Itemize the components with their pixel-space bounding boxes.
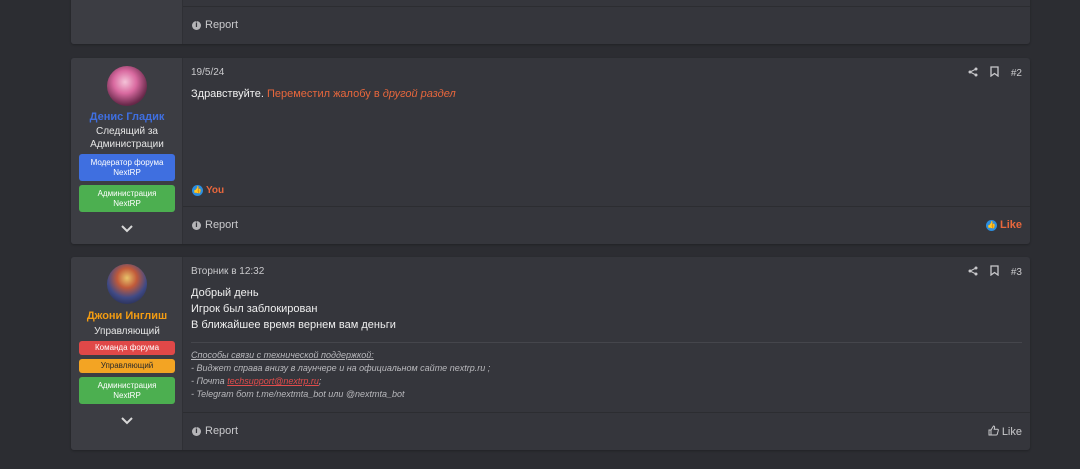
chevron-down-icon[interactable]	[119, 222, 135, 234]
badge-manager: Управляющий	[79, 359, 175, 373]
post-main: 19/5/24 #2 Здравствуйте. Переместил жало…	[183, 58, 1030, 244]
report-button[interactable]: i Report	[192, 19, 238, 31]
post-number[interactable]: #3	[1011, 267, 1022, 278]
post-footer: i Report	[183, 6, 1030, 44]
report-label: Report	[205, 19, 239, 31]
username[interactable]: Джони Инглиш	[71, 310, 183, 322]
share-icon[interactable]	[968, 67, 978, 80]
like-button[interactable]: 👍 Like	[985, 219, 1022, 231]
post-actions: #3	[968, 265, 1022, 279]
post-date[interactable]: Вторник в 12:32	[191, 266, 264, 277]
post-footer: i Report 👍 Like	[183, 206, 1030, 244]
post-line: В ближайшее время вернем вам деньги	[191, 319, 396, 331]
post-3: Джони Инглиш Управляющий Команда форума …	[71, 257, 1030, 450]
like-button[interactable]: Like	[988, 425, 1022, 439]
reaction-user[interactable]: You	[206, 185, 224, 196]
report-button[interactable]: i Report	[192, 425, 238, 437]
post-date[interactable]: 19/5/24	[191, 67, 224, 78]
post-text: Здравствуйте.	[191, 88, 264, 100]
thumbs-up-icon: 👍	[985, 219, 997, 231]
user-column: Джони Инглиш Управляющий Команда форума …	[71, 257, 183, 450]
signature-line: - Telegram бот t.me/nextmta_bot или @nex…	[191, 389, 405, 399]
post-line: Добрый день	[191, 287, 259, 299]
support-email-link[interactable]: techsupport@nextrp.ru	[227, 376, 319, 386]
report-button[interactable]: i Report	[192, 219, 238, 231]
badge-administration: Администрация NextRP	[79, 377, 175, 404]
reactions-bar[interactable]: 👍 You	[192, 185, 224, 196]
signature-line: - Виджет справа внизу в лаунчере и на оф…	[191, 363, 491, 373]
post-actions: #2	[968, 66, 1022, 80]
post-content: Здравствуйте. Переместил жалобу в другой…	[191, 86, 456, 102]
post-line: Игрок был заблокирован	[191, 303, 318, 315]
badge-administration: Администрация NextRP	[79, 185, 175, 212]
signature-heading: Способы связи с технической поддержкой:	[191, 350, 374, 360]
bookmark-icon[interactable]	[990, 265, 999, 279]
info-icon: i	[192, 220, 201, 230]
like-label: Like	[999, 219, 1022, 231]
signature-divider	[191, 342, 1022, 343]
like-label: Like	[1001, 426, 1022, 438]
post-main: i Report	[183, 0, 1030, 44]
user-title: Управляющий	[94, 326, 160, 337]
chevron-down-icon[interactable]	[119, 414, 135, 426]
user-column	[71, 0, 183, 44]
avatar[interactable]	[107, 66, 147, 106]
post-footer: i Report Like	[183, 412, 1030, 450]
signature: Способы связи с технической поддержкой: …	[191, 349, 490, 401]
bookmark-icon[interactable]	[990, 66, 999, 80]
info-icon: i	[192, 20, 201, 30]
report-label: Report	[205, 219, 239, 231]
user-column: Денис Гладик Следящий за Администрации М…	[71, 58, 183, 244]
badge-moderator: Модератор форума NextRP	[79, 154, 175, 181]
user-title: Следящий за Администрации	[90, 126, 164, 150]
badge-forum-team: Команда форума	[79, 341, 175, 355]
post-previous: i Report	[71, 0, 1030, 44]
report-label: Report	[205, 425, 239, 437]
post-content: Добрый день Игрок был заблокирован В бли…	[191, 285, 396, 333]
username[interactable]: Денис Гладик	[71, 111, 183, 123]
thumbs-up-icon: 👍	[192, 185, 203, 196]
post-2: Денис Гладик Следящий за Администрации М…	[71, 58, 1030, 244]
post-link[interactable]: Переместил жалобу в другой раздел	[267, 88, 456, 100]
signature-line: - Почта techsupport@nextrp.ru;	[191, 376, 322, 386]
post-main: Вторник в 12:32 #3 Добрый день Игрок был…	[183, 257, 1030, 450]
info-icon: i	[192, 426, 201, 436]
avatar[interactable]	[107, 264, 147, 304]
thumbs-up-icon	[988, 425, 999, 439]
share-icon[interactable]	[968, 266, 978, 279]
post-number[interactable]: #2	[1011, 68, 1022, 79]
